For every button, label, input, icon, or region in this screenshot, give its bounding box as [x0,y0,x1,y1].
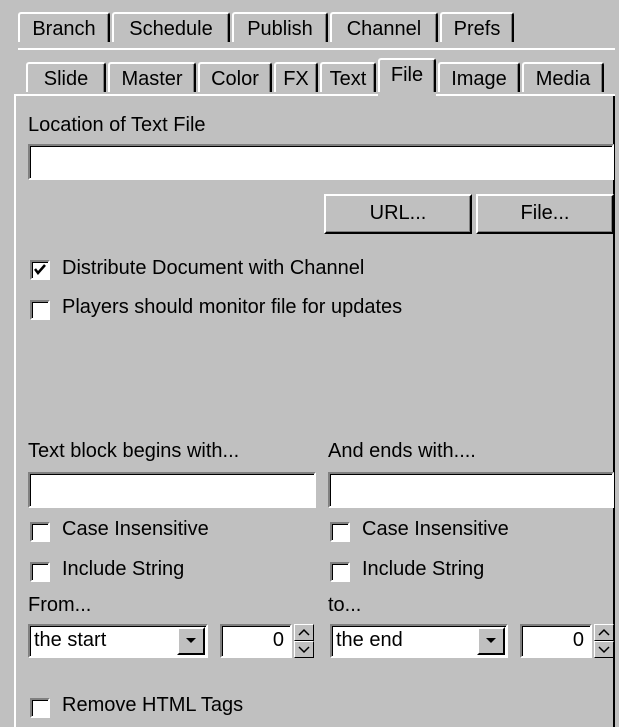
tab-label: Channel [346,18,422,40]
url-button[interactable]: URL... [324,194,472,234]
to-select-value: the end [336,629,403,651]
from-offset-spinner[interactable] [294,624,314,658]
begins-input[interactable] [28,472,316,508]
include-string-right-checkbox[interactable] [330,562,350,582]
tab-label: Color [211,68,259,90]
include-string-left-label: Include String [62,558,185,580]
tab-branch[interactable]: Branch [18,12,110,42]
from-select[interactable]: the start [28,624,208,658]
location-label: Location of Text File [28,114,206,136]
tab-schedule[interactable]: Schedule [112,12,230,42]
spin-down-icon[interactable] [294,641,314,658]
ends-label: And ends with.... [328,440,476,462]
url-button-label: URL... [369,202,427,224]
chevron-down-icon[interactable] [177,627,205,655]
ends-input[interactable] [328,472,614,508]
spin-up-icon[interactable] [294,624,314,641]
case-insensitive-left-label: Case Insensitive [62,518,209,540]
distribute-checkbox[interactable] [30,260,50,280]
tab-label: Branch [32,18,96,40]
tab-label: Publish [247,18,313,40]
tab-channel[interactable]: Channel [330,12,438,42]
tab-label: Schedule [129,18,213,40]
tab-label: Master [121,68,183,90]
remove-html-checkbox[interactable] [30,698,50,718]
tab-master[interactable]: Master [108,62,196,92]
tab-label: Media [535,68,591,90]
tab-image[interactable]: Image [438,62,520,92]
to-offset-spinner[interactable] [594,624,614,658]
location-input[interactable] [28,144,614,180]
begins-label: Text block begins with... [28,440,240,462]
tab-label: FX [283,68,309,90]
tab-file[interactable]: File [378,58,436,92]
to-select[interactable]: the end [330,624,508,658]
include-string-left-checkbox[interactable] [30,562,50,582]
tab-label: Prefs [453,18,501,40]
tab-label: Text [329,68,367,90]
from-label: From... [28,594,92,616]
tab-prefs[interactable]: Prefs [440,12,514,42]
monitor-label: Players should monitor file for updates [62,296,403,318]
tab-label: Image [451,68,507,90]
spin-down-icon[interactable] [594,641,614,658]
tab-media[interactable]: Media [522,62,604,92]
case-insensitive-left-checkbox[interactable] [30,522,50,542]
case-insensitive-right-checkbox[interactable] [330,522,350,542]
to-offset-input[interactable]: 0 [520,624,592,658]
tab-label: Slide [43,68,89,90]
monitor-checkbox[interactable] [30,300,50,320]
case-insensitive-right-label: Case Insensitive [362,518,509,540]
to-label: to... [328,594,362,616]
tab-text[interactable]: Text [320,62,376,92]
distribute-label: Distribute Document with Channel [62,257,365,279]
from-offset-input[interactable]: 0 [220,624,292,658]
remove-html-label: Remove HTML Tags [62,694,244,716]
tab-publish[interactable]: Publish [232,12,328,42]
chevron-down-icon[interactable] [477,627,505,655]
tab-fx[interactable]: FX [274,62,318,92]
from-offset-value: 0 [272,629,284,651]
from-select-value: the start [34,629,107,651]
tab-color[interactable]: Color [198,62,272,92]
checkmark-icon [34,264,46,275]
include-string-right-label: Include String [362,558,485,580]
tab-slide[interactable]: Slide [26,62,106,92]
tab-label: File [390,64,424,86]
spin-up-icon[interactable] [594,624,614,641]
file-button[interactable]: File... [476,194,614,234]
tab-row-1-divider [18,48,615,50]
to-offset-value: 0 [572,629,584,651]
file-button-label: File... [520,202,570,224]
